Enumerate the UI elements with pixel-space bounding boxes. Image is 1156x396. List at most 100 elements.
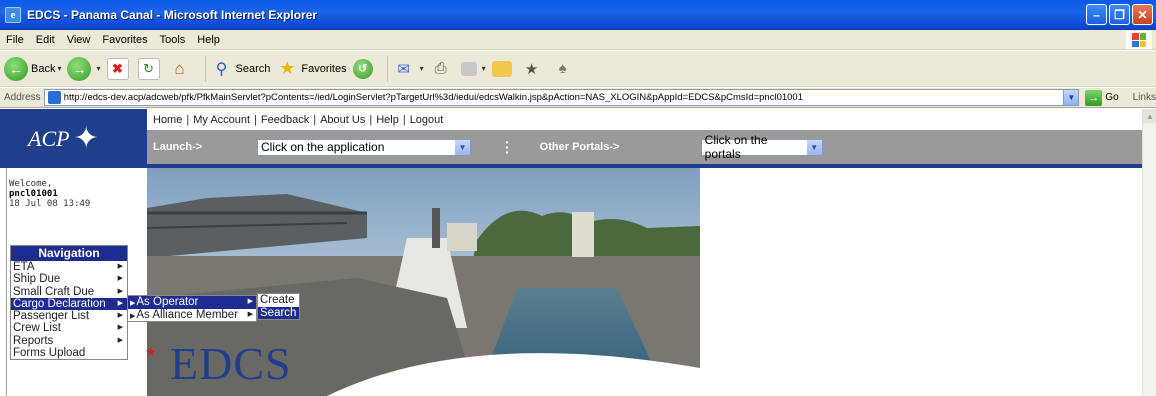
menu-favorites[interactable]: Favorites xyxy=(96,34,153,46)
search-label: Search xyxy=(235,62,271,75)
submenu-arrow-icon: ▶ xyxy=(130,312,136,320)
submenu-item-label: As Operator xyxy=(136,296,199,308)
portals-select[interactable]: Click on the portals ▼ xyxy=(700,133,823,161)
submenu-arrow-icon: ▶ xyxy=(117,312,123,320)
nav-item-forms-upload[interactable]: Forms Upload xyxy=(11,347,127,359)
research-icon: ★ xyxy=(524,60,539,78)
address-input[interactable]: http://edcs-dev.acp/adcweb/pfk/PfkMainSe… xyxy=(43,89,1080,106)
acp-star-icon: ✦ xyxy=(73,121,99,155)
messenger-icon: ♠ xyxy=(558,60,567,77)
nav-item-reports[interactable]: Reports ▶ xyxy=(11,335,127,347)
nav-link-feedback[interactable]: Feedback xyxy=(261,114,309,126)
nav-item-label: Cargo Declaration xyxy=(13,297,106,310)
nav-link-about-us[interactable]: About Us xyxy=(320,114,365,126)
nav-link-help[interactable]: Help xyxy=(376,114,399,126)
submenu-arrow-icon: ▶ xyxy=(130,300,136,307)
search-icon: ⚲ xyxy=(215,60,228,78)
edit-icon xyxy=(460,61,477,76)
nav-item-passenger-list[interactable]: Passenger List ▶ xyxy=(11,310,127,322)
nav-item-label: Ship Due xyxy=(13,273,61,286)
nav-item-small-craft-due[interactable]: Small Craft Due ▶ xyxy=(11,286,127,298)
folder-icon xyxy=(491,60,512,77)
address-url[interactable]: http://edcs-dev.acp/adcweb/pfk/PfkMainSe… xyxy=(64,92,1064,103)
nav-item-ship-due[interactable]: Ship Due ▶ xyxy=(11,273,127,285)
toolbar: ← Back ▾ → ▾ ✖ ↻ ⌂ ⚲ Search ★ Favorites … xyxy=(0,51,1156,87)
nav-item-label: Crew List xyxy=(13,322,61,335)
nav-item-crew-list[interactable]: Crew List ▶ xyxy=(11,322,127,334)
scroll-up-icon[interactable]: ▲ xyxy=(1143,109,1156,123)
maximize-button[interactable]: ❐ xyxy=(1109,4,1130,25)
welcome-user: pncl01001 xyxy=(9,189,58,199)
menu-bar: File Edit View Favorites Tools Help xyxy=(0,30,1156,50)
back-button[interactable]: ← Back ▾ xyxy=(4,56,61,81)
menu-edit[interactable]: Edit xyxy=(30,34,61,46)
other-portals-label: Other Portals-> xyxy=(539,141,620,153)
menu-view[interactable]: View xyxy=(61,34,97,46)
edit-button[interactable]: ▾ xyxy=(460,61,486,76)
submenu-item-as-operator[interactable]: ▶As Operator ▶ xyxy=(128,296,256,309)
mail-icon: ✉ xyxy=(397,60,410,78)
mail-button[interactable]: ✉ ▾ xyxy=(393,58,423,80)
submenu-arrow-icon: ▶ xyxy=(117,275,123,283)
go-button[interactable]: → Go xyxy=(1085,89,1119,106)
edcs-logo-text: EDCS xyxy=(170,338,292,389)
nav-link-logout[interactable]: Logout xyxy=(410,114,444,126)
operator-submenu: Create Search xyxy=(257,293,300,320)
chevron-down-icon: ▾ xyxy=(96,64,101,73)
nav-link-home[interactable]: Home xyxy=(153,114,182,126)
submenu-arrow-icon: ▶ xyxy=(117,336,123,344)
nav-item-label: Reports xyxy=(13,334,54,347)
windows-logo-icon xyxy=(1126,31,1152,49)
toolbar-separator xyxy=(204,55,206,82)
close-button[interactable]: ✕ xyxy=(1132,4,1153,25)
vertical-scrollbar[interactable]: ▲ xyxy=(1142,109,1156,396)
home-button[interactable]: ⌂ xyxy=(169,58,194,80)
nav-item-cargo-declaration[interactable]: Cargo Declaration ▶ xyxy=(11,297,127,311)
search-button[interactable]: ⚲ Search xyxy=(211,58,271,80)
submenu-item-as-alliance-member[interactable]: ▶As Alliance Member ▶ xyxy=(128,309,256,322)
left-border xyxy=(6,168,7,396)
submenu-item-create[interactable]: Create xyxy=(258,294,299,307)
history-button[interactable]: ↺ xyxy=(352,58,376,79)
submenu-arrow-icon: ▶ xyxy=(247,310,253,318)
application-select[interactable]: Click on the application ▼ xyxy=(257,138,471,156)
menu-file[interactable]: File xyxy=(0,34,30,46)
nav-item-label: Small Craft Due xyxy=(13,285,95,298)
print-icon: ⎙ xyxy=(434,60,447,77)
chevron-down-icon[interactable]: ▼ xyxy=(1063,90,1079,105)
nav-item-label: ETA xyxy=(13,261,35,273)
messenger-button[interactable]: ♠ xyxy=(552,58,577,80)
menu-tools[interactable]: Tools xyxy=(154,34,192,46)
chevron-down-icon[interactable]: ▼ xyxy=(806,139,822,155)
folder-button[interactable] xyxy=(491,60,515,77)
launch-label: Launch-> xyxy=(153,141,203,153)
refresh-button[interactable]: ↻ xyxy=(137,57,163,80)
edcs-star-icon: ★ xyxy=(145,344,157,359)
print-button[interactable]: ⎙ xyxy=(430,58,455,80)
nav-item-label: Forms Upload xyxy=(13,347,86,360)
window-title: EDCS - Panama Canal - Microsoft Internet… xyxy=(27,8,318,22)
submenu-item-search[interactable]: Search xyxy=(258,306,299,319)
minimize-button[interactable]: – xyxy=(1086,4,1107,25)
acp-logo-text: ACP xyxy=(28,125,70,151)
refresh-icon: ↻ xyxy=(137,57,160,80)
window-titlebar: e EDCS - Panama Canal - Microsoft Intern… xyxy=(0,0,1156,30)
acp-logo[interactable]: ACP ✦ xyxy=(0,109,147,168)
links-button[interactable]: Links xyxy=(1133,92,1156,103)
welcome-timestamp: 18 Jul 08 13:49 xyxy=(9,199,91,209)
favorites-button[interactable]: ★ Favorites xyxy=(276,58,346,80)
research-button[interactable]: ★ xyxy=(521,58,546,80)
back-label: Back xyxy=(31,62,56,75)
nav-link-my-account[interactable]: My Account xyxy=(193,114,250,126)
nav-item-eta[interactable]: ETA ▶ xyxy=(11,261,127,273)
menu-help[interactable]: Help xyxy=(191,34,226,46)
welcome-greeting: Welcome, xyxy=(9,179,53,189)
cargo-declaration-submenu: ▶As Operator ▶ ▶As Alliance Member ▶ xyxy=(127,295,257,322)
home-icon: ⌂ xyxy=(174,58,185,78)
stop-button[interactable]: ✖ xyxy=(106,57,132,80)
forward-button[interactable]: → ▾ xyxy=(67,56,101,81)
toolbar-separator xyxy=(386,55,388,82)
chevron-down-icon[interactable]: ▼ xyxy=(455,139,470,155)
favorites-label: Favorites xyxy=(301,62,347,75)
forward-arrow-icon: → xyxy=(67,56,92,81)
